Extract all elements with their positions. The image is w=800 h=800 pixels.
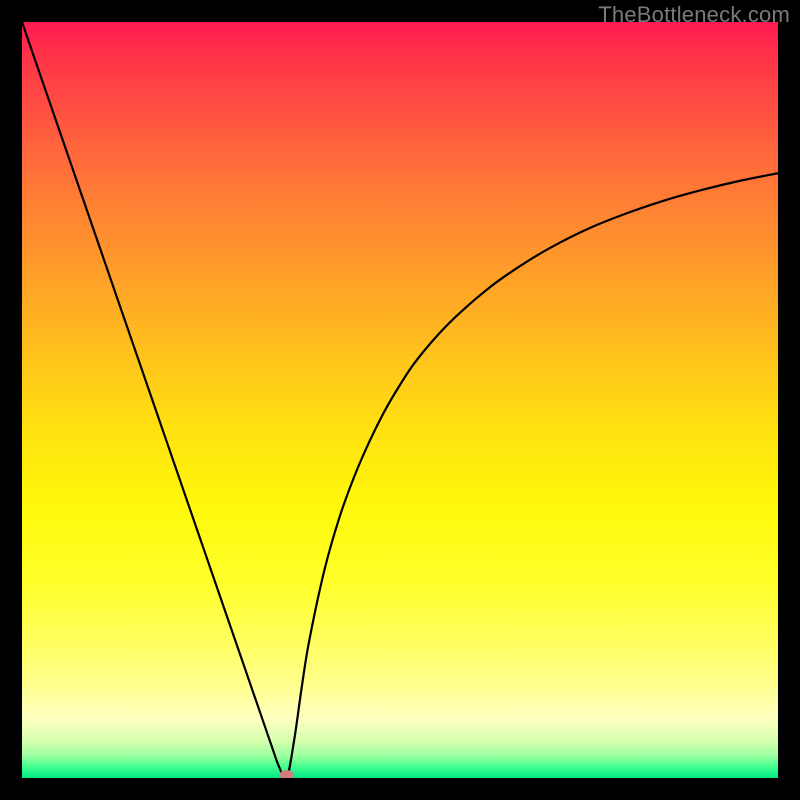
plot-area [22, 22, 778, 778]
curve-layer [22, 22, 778, 778]
attribution-text: TheBottleneck.com [598, 2, 790, 28]
bottleneck-curve [22, 22, 778, 778]
chart-frame: TheBottleneck.com [0, 0, 800, 800]
